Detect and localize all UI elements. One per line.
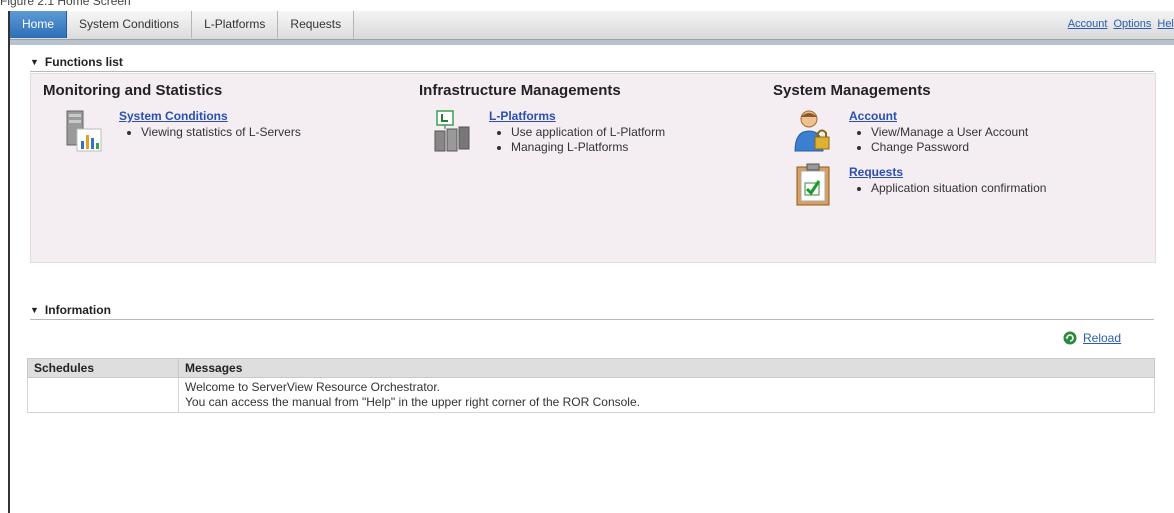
functions-list-title: Functions list — [44, 55, 123, 69]
collapse-triangle-icon[interactable]: ▼ — [30, 305, 39, 315]
tab-l-platforms[interactable]: L-Platforms — [192, 11, 279, 38]
l-platforms-link[interactable]: L-Platforms — [489, 109, 665, 123]
account-link-panel[interactable]: Account — [849, 109, 1028, 123]
reload-link[interactable]: Reload — [1083, 331, 1121, 345]
monitoring-title: Monitoring and Statistics — [43, 82, 223, 99]
list-item: Application situation confirmation — [871, 181, 1046, 196]
system-title: System Managements — [773, 82, 931, 99]
options-link[interactable]: Options — [1113, 18, 1151, 30]
figure-caption: Figure 2.1 Home Screen — [0, 0, 131, 8]
infrastructure-column: Infrastructure Managements L-Platforms U… — [419, 82, 665, 169]
column-header-messages: Messages — [178, 358, 1155, 378]
functions-panel: Monitoring and Statistics System Conditi… — [30, 73, 1156, 263]
list-item: Use application of L-Platform — [511, 125, 665, 140]
information-title: Information — [44, 303, 111, 317]
column-header-schedules: Schedules — [27, 358, 179, 378]
table-header-row: Schedules Messages — [27, 358, 1155, 378]
account-link[interactable]: Account — [1068, 18, 1108, 30]
requests-entry: Requests Application situation confirmat… — [773, 159, 1046, 219]
message-cell: Welcome to ServerView Resource Orchestra… — [178, 377, 1155, 413]
collapse-triangle-icon[interactable]: ▼ — [30, 57, 39, 67]
l-platform-icon — [434, 110, 470, 152]
infrastructure-title: Infrastructure Managements — [419, 82, 621, 99]
help-link[interactable]: Help — [1157, 18, 1174, 30]
message-line: Welcome to ServerView Resource Orchestra… — [185, 380, 440, 394]
tab-bar: Home System Conditions L-Platforms Reque… — [10, 11, 1174, 45]
list-item: Managing L-Platforms — [511, 140, 665, 155]
reload-control[interactable]: Reload — [1063, 331, 1121, 345]
tab-home[interactable]: Home — [10, 11, 68, 38]
information-header[interactable]: ▼ Information — [30, 303, 1154, 320]
monitoring-column: Monitoring and Statistics System Conditi… — [43, 82, 301, 169]
message-line: You can access the manual from "Help" in… — [185, 395, 640, 409]
schedule-cell — [27, 377, 179, 413]
functions-list-header[interactable]: ▼ Functions list — [30, 55, 1154, 72]
reload-icon[interactable] — [1063, 331, 1077, 345]
top-links: Account Options Help — [1068, 18, 1174, 30]
list-item: View/Manage a User Account — [871, 125, 1028, 140]
tab-system-conditions[interactable]: System Conditions — [67, 11, 193, 38]
system-column: System Managements Account View/Manage a… — [773, 82, 1046, 219]
information-table: Schedules Messages Welcome to ServerView… — [27, 358, 1155, 413]
clipboard-check-icon — [796, 163, 830, 206]
requests-link-panel[interactable]: Requests — [849, 165, 1046, 179]
user-lock-icon — [794, 110, 830, 152]
tab-requests[interactable]: Requests — [278, 11, 355, 38]
table-row: Welcome to ServerView Resource Orchestra… — [27, 377, 1155, 413]
server-statistics-icon — [66, 110, 102, 152]
system-conditions-link[interactable]: System Conditions — [119, 109, 301, 123]
l-platforms-entry: L-Platforms Use application of L-Platfor… — [419, 109, 665, 169]
list-item: Viewing statistics of L-Servers — [141, 125, 301, 140]
system-conditions-entry: System Conditions Viewing statistics of … — [43, 109, 301, 169]
main-tabs: Home System Conditions L-Platforms Reque… — [10, 11, 355, 39]
list-item: Change Password — [871, 140, 1028, 155]
